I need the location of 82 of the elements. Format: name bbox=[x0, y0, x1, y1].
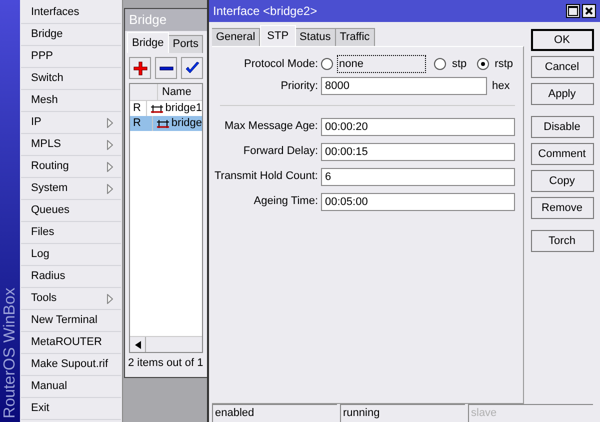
submenu-arrow-icon bbox=[107, 294, 113, 304]
radio-option[interactable]: rstp bbox=[476, 54, 515, 74]
text-field[interactable]: 00:05:00 bbox=[321, 192, 515, 210]
text-field[interactable]: 00:00:20 bbox=[321, 118, 515, 136]
submenu-arrow-icon bbox=[107, 118, 113, 128]
window-title: Bridge bbox=[129, 11, 167, 30]
menu-item[interactable]: Interfaces bbox=[21, 2, 121, 24]
dialog-button[interactable]: Torch bbox=[530, 230, 594, 252]
field-label: Ageing Time: bbox=[254, 194, 318, 210]
status-field: enabled bbox=[212, 404, 337, 422]
text-field[interactable]: 6 bbox=[321, 168, 515, 186]
bridge-icon bbox=[150, 104, 164, 114]
menu-item[interactable]: System bbox=[21, 178, 121, 200]
dialog-button[interactable]: Disable bbox=[530, 116, 594, 138]
dialog-button[interactable]: Remove bbox=[530, 197, 594, 219]
bridge-icon bbox=[156, 118, 170, 128]
add-icon bbox=[132, 60, 148, 76]
submenu-arrow-icon bbox=[107, 162, 113, 172]
dialog-button[interactable]: Apply bbox=[530, 83, 594, 105]
field-label: Protocol Mode: bbox=[244, 56, 318, 72]
menu-item[interactable]: Queues bbox=[21, 200, 121, 222]
priority-field[interactable]: 8000 bbox=[321, 77, 487, 95]
field-label: Priority: bbox=[280, 78, 318, 94]
radio-label[interactable]: none bbox=[337, 54, 426, 74]
menu-item[interactable]: Mesh bbox=[21, 90, 121, 112]
add-button[interactable] bbox=[129, 57, 151, 79]
flag-cell-text: R bbox=[133, 116, 141, 132]
menu-item[interactable]: Manual bbox=[21, 376, 121, 398]
column-header: Name bbox=[161, 84, 192, 100]
menu-item[interactable]: MPLS bbox=[21, 134, 121, 156]
unit-label: hex bbox=[492, 78, 510, 94]
tab[interactable]: General bbox=[212, 28, 260, 46]
radio-option[interactable]: stp bbox=[434, 54, 469, 74]
menu-item[interactable]: Make Supout.rif bbox=[21, 354, 121, 376]
radio-button[interactable] bbox=[476, 58, 489, 70]
status-field: slave bbox=[468, 404, 593, 422]
table-row[interactable]: R bridge bbox=[130, 116, 202, 131]
menu-item[interactable]: New Terminal bbox=[21, 310, 121, 332]
field-label: Forward Delay: bbox=[243, 144, 318, 160]
menu-item[interactable]: Radius bbox=[21, 266, 121, 288]
dialog-title: Interface <bridge2> bbox=[213, 3, 318, 20]
menu-item[interactable]: MetaROUTER bbox=[21, 332, 121, 354]
radio-button[interactable] bbox=[434, 58, 446, 70]
checkmark-icon bbox=[184, 60, 200, 76]
submenu-arrow-icon bbox=[107, 140, 113, 150]
text-field[interactable]: 00:00:15 bbox=[321, 142, 515, 160]
menu-item[interactable]: Switch bbox=[21, 68, 121, 90]
remove-button[interactable] bbox=[155, 57, 177, 79]
radio-label[interactable]: rstp bbox=[492, 54, 515, 74]
dialog-button[interactable]: Cancel bbox=[530, 56, 594, 78]
name-cell-text: bridge1 bbox=[165, 101, 202, 116]
checkmark-button[interactable] bbox=[181, 57, 203, 79]
submenu-arrow-icon bbox=[107, 184, 113, 194]
left-arrow-icon bbox=[134, 340, 140, 348]
dialog-button[interactable]: Copy bbox=[530, 170, 594, 192]
dialog-button[interactable]: Comment bbox=[530, 143, 594, 165]
tab[interactable]: STP bbox=[260, 25, 296, 46]
tab[interactable]: Traffic bbox=[336, 28, 375, 46]
tab[interactable]: Ports bbox=[168, 35, 204, 53]
menu-item[interactable]: PPP bbox=[21, 46, 121, 68]
close-button[interactable] bbox=[582, 4, 596, 18]
menu-item[interactable]: Tools bbox=[21, 288, 121, 310]
brand-text: RouterOS WinBox bbox=[0, 288, 19, 418]
menu-item[interactable]: Routing bbox=[21, 156, 121, 178]
dialog-button[interactable]: OK bbox=[530, 29, 594, 51]
flag-cell-text: R bbox=[133, 101, 141, 116]
menu-item[interactable]: Bridge bbox=[21, 24, 121, 46]
field-label: Transmit Hold Count: bbox=[214, 169, 318, 184]
menu-item[interactable]: Exit bbox=[21, 398, 121, 420]
item-count-text: 2 items out of 1 bbox=[127, 356, 204, 371]
menu-item[interactable]: Log bbox=[21, 244, 121, 266]
tab[interactable]: Status bbox=[296, 28, 336, 46]
maximize-button[interactable] bbox=[566, 4, 580, 18]
name-cell-text: bridge bbox=[171, 116, 202, 132]
tab[interactable]: Bridge bbox=[127, 32, 169, 53]
radio-option[interactable]: none bbox=[321, 54, 426, 74]
field-label: Max Message Age: bbox=[224, 119, 318, 134]
menu-item[interactable]: Files bbox=[21, 222, 121, 244]
radio-button[interactable] bbox=[321, 58, 333, 70]
status-field: running bbox=[340, 404, 465, 422]
radio-label[interactable]: stp bbox=[450, 54, 469, 74]
menu-item[interactable]: IP bbox=[21, 112, 121, 134]
